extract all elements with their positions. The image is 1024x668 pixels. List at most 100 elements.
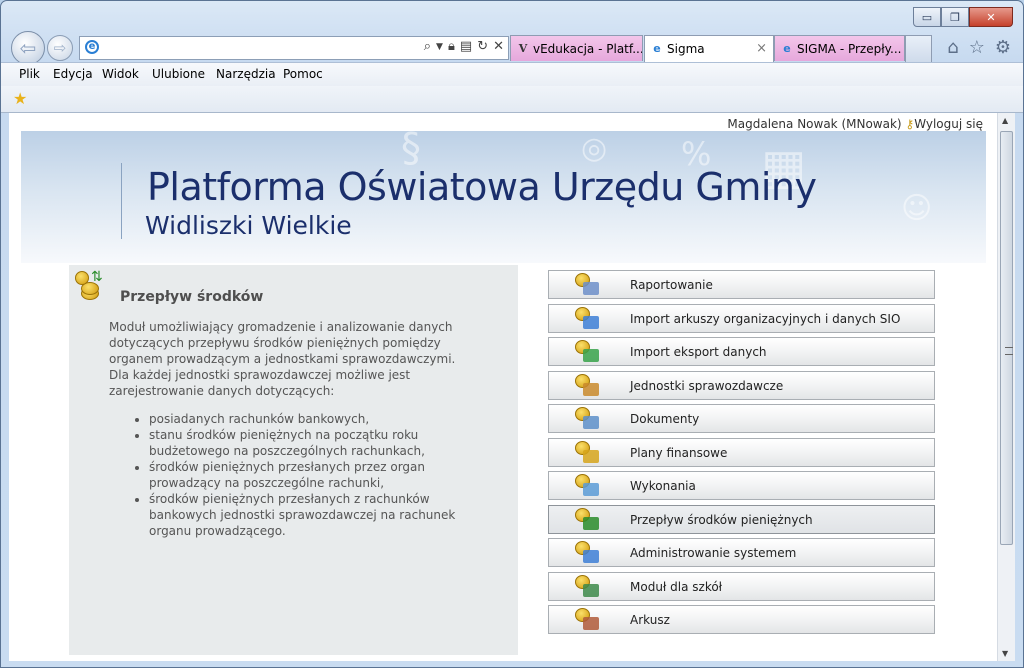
decor-coins-icon: ◎ (581, 131, 608, 166)
menu-button[interactable]: Import eksport danych (548, 337, 935, 366)
menu-button-label: Import arkuszy organizacyjnych i danych … (630, 311, 901, 326)
caption-buttons: ▭ ❐ ✕ (913, 7, 1013, 27)
browser-window: ▭ ❐ ✕ ⇦ ⇨ e ⌕ ▼ 🔒︎ ▤ ↻ ✕ V vEdukacja - P… (0, 0, 1024, 668)
coin-shape (75, 271, 89, 285)
menu-bar: Plik Edycja Widok Ulubione Narzędzia Pom… (1, 62, 1023, 87)
module-title: Przepływ środków (120, 289, 264, 305)
close-window-button[interactable]: ✕ (969, 7, 1013, 27)
menu-button-label: Administrowanie systemem (630, 546, 797, 560)
home-icon[interactable]: ⌂ (947, 37, 958, 58)
menu-ulubione[interactable]: Ulubione (152, 67, 205, 81)
menu-button-label: Przepływ środków pieniężnych (630, 512, 813, 527)
menu-button[interactable]: Arkusz (548, 605, 935, 634)
report-icon (575, 273, 601, 297)
refresh-icon[interactable]: ↻ (477, 39, 488, 54)
tab-sigma-przeplyw[interactable]: e SIGMA - Przepły... (774, 35, 905, 61)
menu-narzedzia[interactable]: Narzędzia (216, 67, 276, 81)
address-bar[interactable]: e ⌕ ▼ 🔒︎ ▤ ↻ ✕ (79, 36, 509, 60)
banner-divider (121, 163, 122, 239)
scroll-up-icon[interactable]: ▲ (1002, 116, 1008, 125)
maximize-button[interactable]: ❐ (941, 7, 969, 27)
menu-button-label: Arkusz (630, 613, 670, 627)
page-viewport: Magdalena Nowak (MNowak) ⚷Wyloguj się § … (9, 113, 997, 661)
scroll-thumb[interactable] (1000, 131, 1013, 545)
minimize-button[interactable]: ▭ (913, 7, 941, 27)
cash-flow-icon: ⇅ (73, 269, 103, 300)
tab-label: SIGMA - Przepły... (797, 42, 902, 56)
list-item: środków pieniężnych przesłanych z rachun… (149, 491, 479, 539)
address-tools: ⌕ ▼ 🔒︎ ▤ ↻ ✕ (424, 39, 504, 54)
list-item: stanu środków pieniężnych na początku ro… (149, 427, 479, 459)
close-tab-icon[interactable]: × (756, 36, 767, 62)
user-name: Magdalena Nowak (MNowak) (727, 117, 902, 131)
menu-button[interactable]: Przepływ środków pieniężnych (548, 504, 935, 534)
tab-vedukacja[interactable]: V vEdukacja - Platf... (510, 35, 643, 61)
menu-button-label: Dokumenty (630, 412, 700, 426)
add-favorite-icon[interactable]: ★ (13, 89, 27, 108)
menu-button[interactable]: Import arkuszy organizacyjnych i danych … (548, 303, 935, 333)
menu-button[interactable]: Administrowanie systemem (548, 538, 935, 567)
menu-pomoc[interactable]: Pomoc (283, 67, 323, 81)
back-button[interactable]: ⇦ (11, 31, 45, 65)
menu-button-label: Plany finansowe (630, 445, 728, 460)
favorites-bar: ★ (1, 86, 1023, 113)
module-description-panel: ⇅ Przepływ środków Moduł umożliwiający g… (69, 265, 518, 655)
browser-right-icons: ⌂ ☆ ⚙ (947, 37, 1011, 58)
menu-edycja[interactable]: Edycja (53, 67, 93, 81)
forward-button[interactable]: ⇨ (47, 35, 73, 61)
tab-sigma[interactable]: e Sigma × (644, 35, 774, 62)
menu-button-label: Jednostki sprawozdawcze (630, 378, 784, 393)
vedukacja-tab-icon: V (518, 42, 528, 55)
menu-button[interactable]: Raportowanie (548, 270, 935, 299)
decor-people-icon: ☺ (901, 191, 933, 226)
lock-icon[interactable]: 🔒︎ (448, 39, 455, 54)
import-export-icon (575, 340, 601, 364)
cash-flow-icon (575, 507, 601, 532)
logout-link[interactable]: Wyloguj się (914, 117, 983, 131)
new-tab-button[interactable] (905, 35, 932, 62)
menu-button[interactable]: Moduł dla szkół (548, 571, 935, 601)
menu-button-label: Raportowanie (630, 278, 713, 292)
favorites-star-icon[interactable]: ☆ (969, 37, 985, 58)
key-icon: ⚷ (905, 117, 915, 131)
school-module-icon (575, 574, 601, 599)
scroll-grip-icon (1005, 347, 1013, 355)
header-banner: § ◎ % ▦ ☺ Platforma Oświatowa Urzędu Gmi… (21, 131, 986, 263)
menu-button[interactable]: Dokumenty (548, 404, 935, 433)
ie-tab-icon: e (783, 42, 791, 55)
list-item: środków pieniężnych przesłanych przez or… (149, 459, 479, 491)
menu-button[interactable]: Plany finansowe (548, 437, 935, 467)
scroll-down-icon[interactable]: ▼ (1002, 649, 1008, 658)
page-subtitle: Widliszki Wielkie (145, 211, 352, 240)
page-title: Platforma Oświatowa Urzędu Gminy (147, 165, 817, 209)
admin-gears-icon (575, 541, 601, 565)
arrows-icon: ⇅ (91, 269, 103, 285)
dropdown-icon[interactable]: ▼ (436, 39, 443, 54)
menu-widok[interactable]: Widok (102, 67, 139, 81)
compatibility-icon[interactable]: ▤ (460, 39, 472, 54)
user-line: Magdalena Nowak (MNowak) ⚷Wyloguj się (727, 117, 983, 131)
menu-plik[interactable]: Plik (19, 67, 40, 81)
vertical-scrollbar[interactable]: ▲ ▼ (997, 113, 1015, 661)
forward-arrow-icon: ⇨ (53, 39, 67, 57)
menu-button[interactable]: Wykonania (548, 471, 935, 500)
documents-icon (575, 407, 601, 431)
ie-tab-icon: e (653, 42, 661, 55)
ie-page-icon: e (85, 40, 99, 54)
stop-icon[interactable]: ✕ (493, 39, 504, 54)
financial-plans-icon (575, 440, 601, 465)
menu-button-label: Wykonania (630, 479, 696, 493)
back-arrow-icon: ⇦ (19, 36, 37, 60)
import-sheets-icon (575, 306, 601, 331)
tab-label: vEdukacja - Platf... (533, 42, 643, 56)
executions-icon (575, 474, 601, 498)
list-item: posiadanych rachunków bankowych, (149, 411, 479, 427)
tab-label: Sigma (667, 42, 705, 56)
module-description: Moduł umożliwiający gromadzenie i analiz… (109, 320, 456, 398)
menu-button[interactable]: Jednostki sprawozdawcze (548, 370, 935, 400)
module-items: posiadanych rachunków bankowych, stanu ś… (109, 411, 479, 539)
menu-button-label: Import eksport danych (630, 345, 767, 359)
settings-gear-icon[interactable]: ⚙ (995, 37, 1011, 58)
search-icon[interactable]: ⌕ (424, 39, 431, 54)
menu-button-label: Moduł dla szkół (630, 579, 723, 594)
